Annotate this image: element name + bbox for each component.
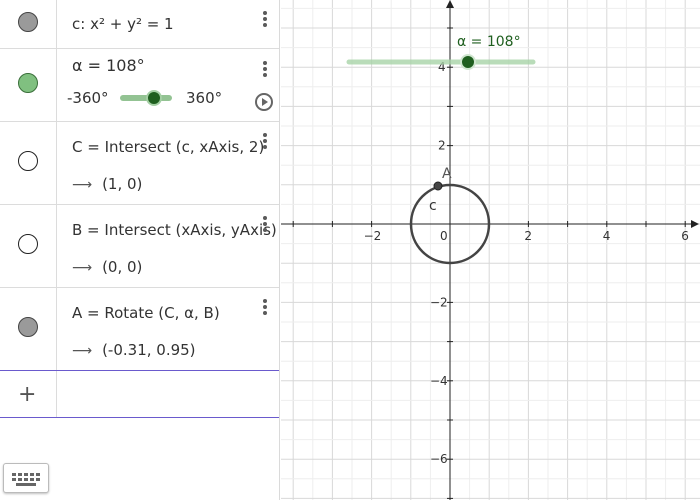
x-tick-label: 4 — [603, 229, 611, 243]
value-text: (1, 0) — [102, 175, 143, 193]
arrow-icon: ⟶ — [72, 177, 93, 193]
play-icon[interactable] — [255, 93, 273, 111]
definition-circle[interactable]: c: x² + y² = 1 — [72, 15, 174, 33]
point-A[interactable] — [433, 181, 443, 191]
y-tick-label: −4 — [430, 374, 448, 388]
keyboard-glyph — [12, 473, 40, 486]
definition-B[interactable]: B = Intersect (xAxis, yAxis) — [72, 221, 277, 239]
more-menu-icon[interactable] — [261, 61, 269, 79]
x-tick-label: 6 — [681, 229, 689, 243]
algebra-row-A[interactable]: A = Rotate (C, α, B) ⟶ (-0.31, 0.95) — [0, 288, 279, 370]
definition-A[interactable]: A = Rotate (C, α, B) — [72, 304, 220, 322]
more-menu-icon[interactable] — [261, 299, 269, 317]
add-icon[interactable]: + — [18, 382, 36, 407]
point-A-label: A — [442, 166, 452, 182]
value-A: ⟶ (-0.31, 0.95) — [72, 341, 196, 359]
visibility-toggle-A[interactable] — [18, 317, 38, 337]
circle-c-label: c — [429, 198, 437, 214]
more-menu-icon[interactable] — [261, 216, 269, 234]
y-tick-label: −6 — [430, 452, 448, 466]
keyboard-icon[interactable] — [3, 463, 49, 493]
visibility-toggle-B[interactable] — [18, 234, 38, 254]
value-C: ⟶ (1, 0) — [72, 175, 142, 193]
marble-cell — [0, 49, 57, 121]
arrow-icon: ⟶ — [72, 343, 93, 359]
marble-cell — [0, 0, 57, 48]
value-B: ⟶ (0, 0) — [72, 258, 142, 276]
value-text: (-0.31, 0.95) — [102, 341, 196, 359]
slider-max-label: 360° — [186, 89, 223, 107]
algebra-input-row[interactable] — [0, 370, 279, 418]
algebra-view: c: x² + y² = 1 α = 108° -360° 360° C = I… — [0, 0, 280, 500]
grid — [281, 0, 700, 500]
graphics-view[interactable]: −2 0 2 4 6 4 2 −2 −4 −6 α = 108° c A — [281, 0, 700, 500]
visibility-toggle-C[interactable] — [18, 151, 38, 171]
algebra-row-circle[interactable]: c: x² + y² = 1 — [0, 0, 279, 49]
value-text: (0, 0) — [102, 258, 143, 276]
y-axis-arrow-icon — [446, 0, 454, 8]
x-tick-label: −2 — [364, 229, 382, 243]
arrow-icon: ⟶ — [72, 260, 93, 276]
x-tick-label: 0 — [440, 229, 448, 243]
slider-min-label: -360° — [67, 89, 109, 107]
axes — [281, 0, 699, 500]
more-menu-icon[interactable] — [261, 133, 269, 151]
graphics-canvas[interactable]: −2 0 2 4 642−2−4−6 α = 108° c A — [281, 0, 700, 500]
marble-cell — [0, 288, 57, 370]
more-menu-icon[interactable] — [261, 11, 269, 29]
y-tick-label: −2 — [430, 295, 448, 309]
visibility-toggle-circle[interactable] — [18, 12, 38, 32]
x-tick-label: 2 — [524, 229, 532, 243]
visibility-toggle-alpha[interactable] — [18, 73, 38, 93]
marble-cell — [0, 205, 57, 287]
alpha-slider-handle[interactable] — [146, 90, 162, 106]
algebra-row-B[interactable]: B = Intersect (xAxis, yAxis) ⟶ (0, 0) — [0, 205, 279, 288]
graphics-slider-handle[interactable] — [462, 56, 474, 68]
definition-C[interactable]: C = Intersect (c, xAxis, 2) — [72, 138, 264, 156]
x-axis-arrow-icon — [691, 220, 699, 228]
algebra-row-C[interactable]: C = Intersect (c, xAxis, 2) ⟶ (1, 0) — [0, 122, 279, 205]
algebra-row-alpha[interactable]: α = 108° — [0, 49, 279, 122]
marble-cell — [0, 122, 57, 204]
y-tick-label: 2 — [438, 139, 446, 153]
graphics-slider-label: α = 108° — [457, 34, 521, 50]
definition-alpha[interactable]: α = 108° — [72, 56, 145, 75]
